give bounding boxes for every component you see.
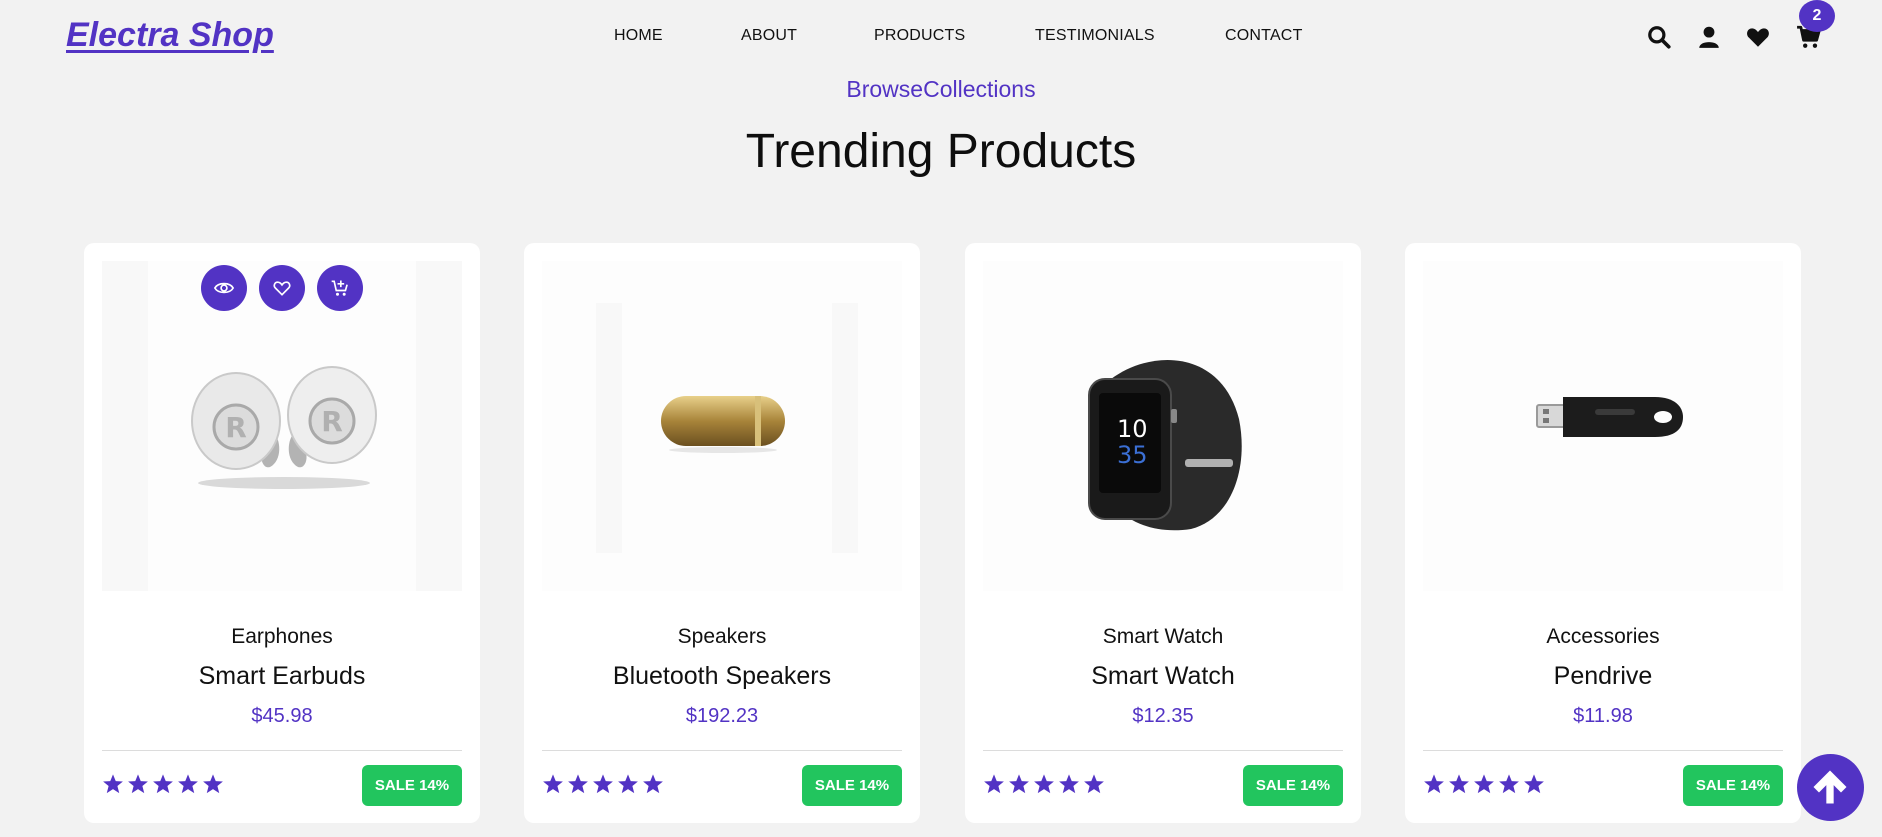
product-category: Accessories	[1546, 625, 1660, 648]
star-icon	[568, 774, 588, 794]
product-image[interactable]	[542, 261, 902, 591]
scroll-to-top-button[interactable]	[1797, 754, 1864, 821]
earbuds-image: R R	[191, 366, 377, 489]
product-name[interactable]: Smart Earbuds	[84, 662, 480, 691]
smartwatch-image: 10 35	[1088, 359, 1242, 531]
sale-badge[interactable]: SALE 14%	[1683, 765, 1783, 806]
product-price: $192.23	[685, 705, 759, 727]
nav-item-home[interactable]: HOME	[614, 27, 663, 45]
product-name[interactable]: Pendrive	[1405, 662, 1801, 691]
star-icon	[1084, 774, 1104, 794]
product-name[interactable]: Bluetooth Speakers	[524, 662, 920, 691]
divider	[1423, 750, 1783, 751]
star-icon	[1449, 774, 1469, 794]
product-price: $45.98	[251, 705, 313, 727]
user-icon[interactable]	[1694, 22, 1724, 52]
rating-stars	[983, 773, 1108, 797]
heart-outline-icon[interactable]	[259, 265, 305, 311]
arrow-up-icon	[1813, 770, 1847, 804]
rating-stars	[542, 773, 667, 797]
divider	[983, 750, 1343, 751]
product-price: $11.98	[1573, 705, 1633, 727]
nav-item-testimonials[interactable]: TESTIMONIALS	[1035, 27, 1155, 45]
divider	[542, 750, 902, 751]
star-icon	[643, 774, 663, 794]
watch-hour: 10	[1117, 415, 1148, 443]
star-icon	[984, 774, 1004, 794]
nav-item-about[interactable]: ABOUT	[741, 27, 797, 45]
star-icon	[103, 774, 123, 794]
star-icon	[1474, 774, 1494, 794]
star-icon	[178, 774, 198, 794]
star-icon	[1034, 774, 1054, 794]
star-icon	[1424, 774, 1444, 794]
star-icon	[618, 774, 638, 794]
cart-plus-icon[interactable]	[317, 265, 363, 311]
star-icon	[1009, 774, 1029, 794]
divider	[102, 750, 462, 751]
svg-text:R: R	[321, 405, 343, 438]
star-icon	[153, 774, 173, 794]
nav-item-products[interactable]: PRODUCTS	[874, 27, 965, 45]
pendrive-image	[1536, 397, 1683, 437]
sale-badge[interactable]: SALE 14%	[1243, 765, 1343, 806]
heart-icon[interactable]	[1743, 22, 1773, 52]
product-image[interactable]	[1423, 261, 1783, 591]
logo[interactable]: Electra Shop	[66, 16, 274, 55]
product-card[interactable]: Accessories Pendrive $11.98 SALE 14%	[1405, 243, 1801, 823]
product-price: $12.35	[1132, 705, 1194, 727]
star-icon	[1524, 774, 1544, 794]
star-icon	[543, 774, 563, 794]
product-card[interactable]: 10 35 Smart Watch Smart Watch $12.35 SAL…	[965, 243, 1361, 823]
star-icon	[1059, 774, 1079, 794]
rating-stars	[102, 773, 227, 797]
star-icon	[1499, 774, 1519, 794]
section-title: Trending Products	[745, 125, 1137, 178]
rating-stars	[1423, 773, 1548, 797]
star-icon	[128, 774, 148, 794]
star-icon	[203, 774, 223, 794]
cart-count-badge: 2	[1799, 0, 1835, 32]
product-category: Smart Watch	[1102, 625, 1224, 648]
sale-badge[interactable]: SALE 14%	[362, 765, 462, 806]
sale-badge[interactable]: SALE 14%	[802, 765, 902, 806]
svg-text:R: R	[225, 411, 247, 444]
watch-minute: 35	[1117, 441, 1148, 469]
star-icon	[593, 774, 613, 794]
speaker-image	[661, 396, 785, 453]
product-name[interactable]: Smart Watch	[965, 662, 1361, 691]
site-header: Electra Shop HOME ABOUT PRODUCTS TESTIMO…	[0, 0, 1882, 76]
product-category: Earphones	[231, 625, 333, 648]
search-icon[interactable]	[1644, 22, 1674, 52]
product-category: Speakers	[677, 625, 767, 648]
nav-item-contact[interactable]: CONTACT	[1225, 27, 1303, 45]
product-card[interactable]: R R Earphones Smart Earbuds $45.98 SALE …	[84, 243, 480, 823]
product-card[interactable]: Speakers Bluetooth Speakers $192.23 SALE…	[524, 243, 920, 823]
card-actions	[84, 265, 480, 311]
product-image[interactable]: 10 35	[983, 261, 1343, 591]
section-subtitle: BrowseCollections	[846, 76, 1036, 102]
eye-icon[interactable]	[201, 265, 247, 311]
